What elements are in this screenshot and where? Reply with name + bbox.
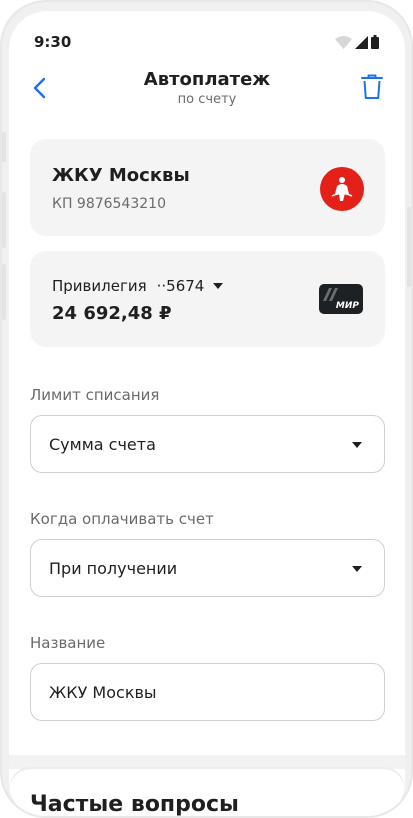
- provider-card: ЖКУ Москвы КП 9876543210: [30, 139, 385, 236]
- when-to-pay-dropdown[interactable]: При получении: [30, 539, 385, 597]
- trash-icon[interactable]: [359, 73, 385, 101]
- section-divider: [9, 755, 405, 769]
- side-button: [2, 132, 6, 162]
- side-button: [2, 264, 6, 320]
- name-value: ЖКУ Москвы: [49, 683, 157, 702]
- limit-value: Сумма счета: [49, 435, 156, 454]
- page-title-block: Автоплатеж по счету: [69, 69, 345, 109]
- provider-name: ЖКУ Москвы: [52, 165, 190, 186]
- side-button: [407, 207, 411, 287]
- side-button: [2, 192, 6, 248]
- chevron-down-icon: [213, 283, 224, 289]
- name-input[interactable]: ЖКУ Москвы: [30, 663, 385, 721]
- back-arrow-icon[interactable]: [27, 74, 55, 102]
- account-name-row: Привилегия ·· 5674: [52, 277, 224, 295]
- moscow-emblem-logo: [320, 167, 364, 211]
- limit-label: Лимит списания: [30, 386, 160, 404]
- status-time: 9:30: [34, 33, 72, 51]
- name-label: Название: [30, 634, 106, 652]
- faq-section: Частые вопросы: [9, 769, 405, 817]
- when-to-pay-label: Когда оплачивать счет: [30, 510, 214, 528]
- card-brand-label: МИР: [335, 301, 359, 311]
- payment-account-selector[interactable]: Привилегия ·· 5674 24 692,48 ₽ МИР: [30, 251, 385, 347]
- account-name: Привилегия: [52, 277, 147, 295]
- account-last4: 5674: [166, 277, 205, 295]
- page-title: Автоплатеж: [143, 69, 271, 90]
- rider-icon: [331, 177, 353, 201]
- limit-dropdown[interactable]: Сумма счета: [30, 415, 385, 473]
- faq-title: Частые вопросы: [30, 792, 239, 817]
- cellular-signal-icon: [355, 36, 368, 49]
- account-balance: 24 692,48 ₽: [52, 303, 172, 324]
- phone-frame: 9:30 Автоплатеж по счету ЖКУ Москвы КП 9…: [0, 0, 413, 818]
- nav-bar: Автоплатеж по счету: [9, 66, 405, 116]
- page-subtitle: по счету: [177, 92, 237, 107]
- chevron-down-icon: [352, 566, 362, 572]
- battery-icon: [371, 35, 379, 49]
- screen: 9:30 Автоплатеж по счету ЖКУ Москвы КП 9…: [9, 11, 405, 817]
- chevron-down-icon: [352, 442, 362, 448]
- status-icons: [335, 35, 379, 49]
- when-to-pay-value: При получении: [49, 559, 178, 578]
- wifi-icon: [335, 36, 352, 49]
- provider-account-number: КП 9876543210: [52, 196, 166, 212]
- mir-card-icon: МИР: [319, 284, 363, 314]
- status-bar: 9:30: [9, 11, 405, 59]
- account-mask: ··: [156, 277, 167, 295]
